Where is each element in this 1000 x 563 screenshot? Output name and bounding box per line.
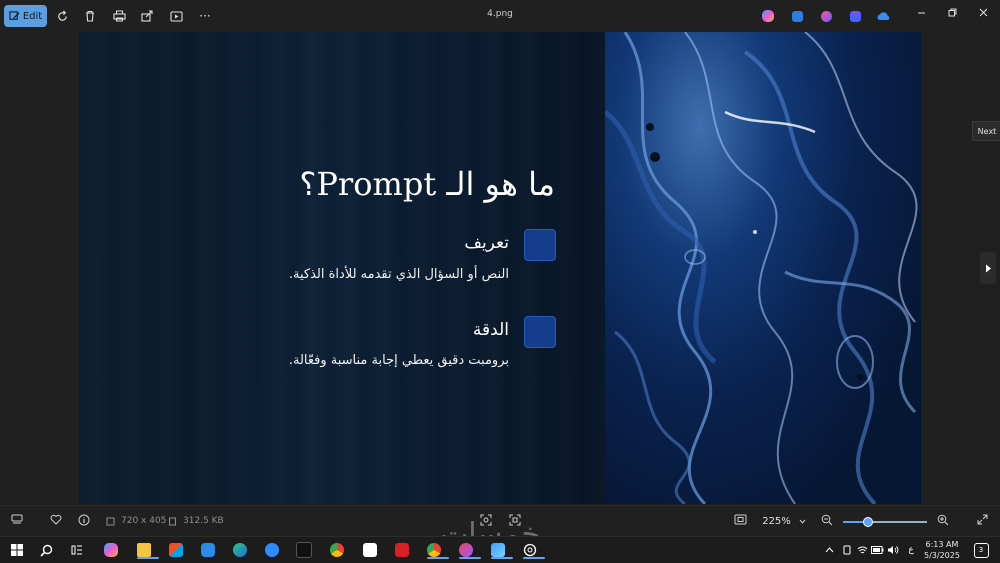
- capcut-desktop-app[interactable]: [361, 541, 379, 559]
- printer-icon: [112, 10, 126, 22]
- show-hidden-icons-button[interactable]: [820, 541, 838, 559]
- edit-icon: [9, 10, 20, 20]
- taskbar: ع 6:13 AM 5/3/2025 3: [0, 536, 1000, 563]
- chatgpt-icon: [523, 543, 537, 557]
- capcut-app[interactable]: [295, 541, 313, 559]
- title-bar: Edit ··· 4.png: [0, 0, 1000, 32]
- start-button[interactable]: [8, 541, 26, 559]
- dimensions-icon: [106, 517, 115, 526]
- zoom-slider-thumb[interactable]: [863, 517, 874, 527]
- photos-app[interactable]: [489, 541, 513, 559]
- copilot-app[interactable]: [102, 541, 120, 559]
- clipchamp-icon[interactable]: [846, 7, 864, 25]
- share-button[interactable]: [134, 5, 160, 27]
- zoom-app[interactable]: [263, 541, 281, 559]
- window-title: 4.png: [487, 9, 513, 19]
- phone-link-app[interactable]: [199, 541, 217, 559]
- search-icon: [39, 544, 52, 557]
- task-view-button[interactable]: [68, 541, 86, 559]
- info-icon: [78, 514, 90, 526]
- next-tooltip: Next: [972, 121, 1000, 141]
- item-heading: تعريف: [464, 233, 509, 253]
- favorite-button[interactable]: [50, 514, 62, 528]
- zoom-out-icon: [821, 514, 833, 526]
- zoom-slider[interactable]: [843, 517, 927, 527]
- zoom-dropdown[interactable]: 225%: [757, 513, 811, 529]
- maximize-button[interactable]: [948, 7, 957, 20]
- actual-size-icon: [734, 514, 747, 525]
- edit-label: Edit: [22, 10, 43, 22]
- item-heading: الدقة: [472, 320, 509, 340]
- zoom-in-icon: [937, 514, 949, 526]
- slideshow-button[interactable]: [163, 5, 189, 27]
- file-size-icon: [169, 517, 176, 526]
- heart-icon: [50, 514, 62, 525]
- image-dimensions: 720 x 405: [121, 516, 167, 526]
- designer-icon[interactable]: [788, 7, 806, 25]
- fluid-art-image: [605, 32, 921, 504]
- next-arrow-icon: [985, 264, 991, 272]
- close-button[interactable]: [979, 7, 988, 20]
- slide-title: ما هو الـ Prompt؟: [299, 165, 555, 203]
- image-canvas[interactable]: ما هو الـ Prompt؟ تعريف النص أو السؤال ا…: [79, 32, 921, 504]
- minimize-button[interactable]: [917, 7, 926, 20]
- minimize-icon: [918, 12, 925, 14]
- fullscreen-button[interactable]: [977, 514, 988, 528]
- restore-icon: [948, 8, 957, 17]
- zoom-out-button[interactable]: [821, 514, 833, 529]
- file-info-button[interactable]: [78, 514, 90, 529]
- share-icon: [141, 10, 153, 22]
- more-options-button[interactable]: ···: [192, 5, 218, 27]
- onedrive-icon[interactable]: [874, 7, 892, 25]
- notification-badge: 3: [973, 542, 989, 558]
- red-app[interactable]: [393, 541, 411, 559]
- chrome-app[interactable]: [328, 541, 346, 559]
- item-text: برومبت دقيق يعطي إجابة مناسبة وفعّالة.: [288, 353, 509, 368]
- edge-app[interactable]: [231, 541, 249, 559]
- task-view-icon: [71, 545, 82, 555]
- fluid-art-swirls: [605, 32, 918, 504]
- actual-size-button[interactable]: [734, 514, 747, 528]
- trash-icon: [86, 10, 94, 22]
- slideshow-icon: [169, 10, 183, 22]
- expand-icon: [977, 514, 988, 525]
- delete-button[interactable]: [77, 5, 103, 27]
- zoom-value: 225%: [762, 515, 791, 527]
- item-marker-square: [524, 229, 556, 261]
- volume-icon[interactable]: [884, 541, 902, 559]
- rotate-button[interactable]: [49, 5, 75, 27]
- clock[interactable]: 6:13 AM 5/3/2025: [924, 539, 960, 561]
- filmstrip-button[interactable]: [11, 514, 23, 527]
- file-explorer-app[interactable]: [135, 541, 159, 559]
- more-icon: ···: [199, 9, 211, 23]
- gemini-app[interactable]: [457, 541, 481, 559]
- zoom-in-button[interactable]: [937, 514, 949, 529]
- search-button[interactable]: [37, 541, 55, 559]
- chrome-app-active[interactable]: [425, 541, 449, 559]
- clock-time: 6:13 AM: [925, 540, 959, 549]
- windows-icon: [11, 544, 23, 556]
- slide-text-panel: ما هو الـ Prompt؟ تعريف النص أو السؤال ا…: [79, 32, 605, 504]
- print-button[interactable]: [106, 5, 132, 27]
- notification-center-button[interactable]: 3: [972, 541, 990, 559]
- clock-date: 5/3/2025: [924, 551, 960, 560]
- item-marker-square: [524, 316, 556, 348]
- item-text: النص أو السؤال الذي تقدمه للأداة الذكية.: [288, 267, 509, 282]
- input-language-indicator[interactable]: ع: [902, 541, 920, 559]
- chatgpt-app[interactable]: [521, 541, 545, 559]
- chevron-down-icon: [799, 519, 806, 524]
- paint-icon[interactable]: [817, 7, 835, 25]
- edit-button[interactable]: Edit: [4, 5, 47, 27]
- chevron-up-icon: [825, 547, 833, 553]
- store-app[interactable]: [167, 541, 185, 559]
- close-icon: [979, 8, 988, 17]
- copilot-icon[interactable]: [759, 7, 777, 25]
- rotate-icon: [57, 10, 67, 21]
- file-size: 312.5 KB: [183, 516, 224, 526]
- filmstrip-icon: [11, 514, 23, 524]
- next-image-button[interactable]: [980, 252, 996, 284]
